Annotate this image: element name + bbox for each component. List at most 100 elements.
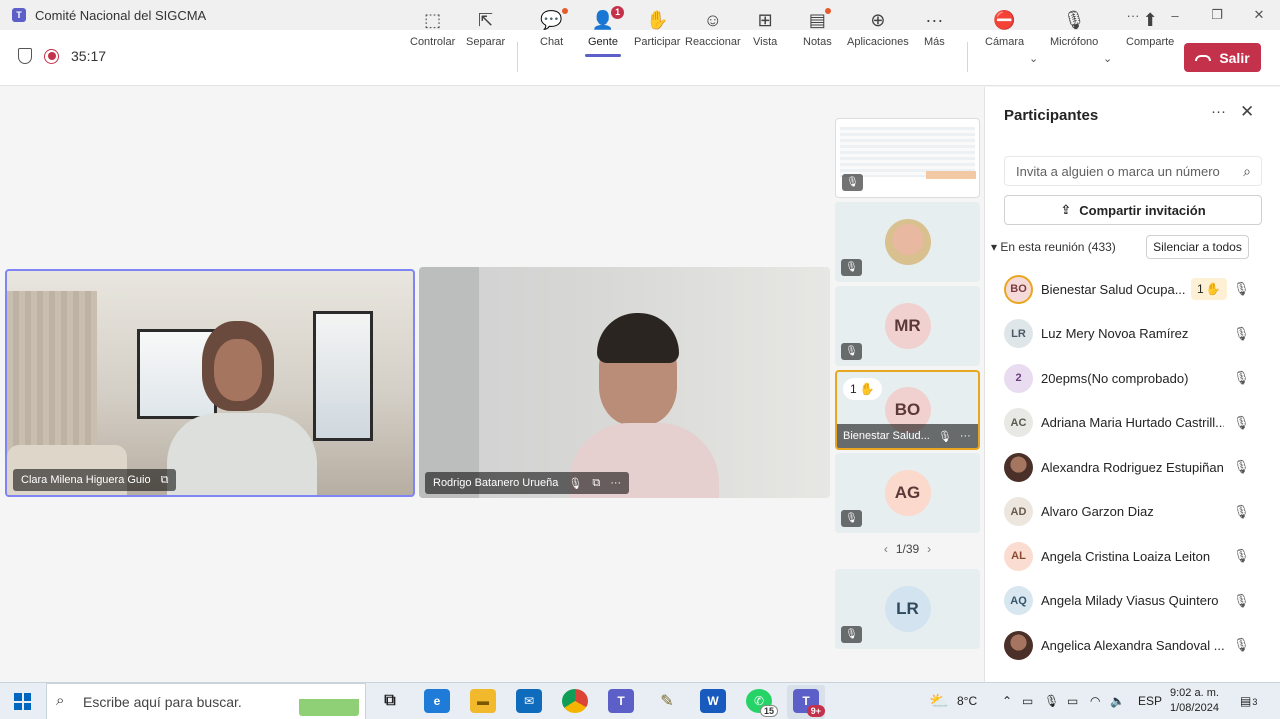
raise-hand-button[interactable]: ✋ Participar: [634, 8, 680, 52]
mic-off-icon: 🎙: [1062, 10, 1086, 30]
screen-share-icon: ⧉: [592, 476, 601, 489]
more-icon: ···: [925, 10, 944, 30]
paint-icon[interactable]: ✎: [654, 689, 680, 713]
mic-off-icon[interactable]: 🎙: [1233, 548, 1250, 564]
strip-tile[interactable]: AG 🎙: [835, 453, 980, 533]
battery-icon[interactable]: ▭: [1067, 694, 1078, 708]
people-button[interactable]: 👤 1 Gente: [588, 6, 625, 52]
participant-row[interactable]: BO Bienestar Salud Ocupa... 1 ✋ 🎙: [985, 267, 1280, 312]
participant-row[interactable]: LR Luz Mery Novoa Ramírez 🎙: [985, 312, 1280, 357]
strip-tile[interactable]: 🎙: [835, 202, 980, 282]
language-indicator[interactable]: ESP: [1138, 694, 1162, 708]
microphone-tray-icon[interactable]: 🎙: [1044, 694, 1059, 708]
participant-row[interactable]: Angelica Alexandra Sandoval ... 🎙: [985, 623, 1280, 668]
chrome-icon[interactable]: [562, 689, 588, 713]
windows-start-icon[interactable]: [14, 693, 31, 710]
more-button[interactable]: ··· Más: [924, 8, 945, 52]
invite-search-input[interactable]: Invita a alguien o marca un número ⌕: [1004, 156, 1262, 186]
teams-app-icon: T: [12, 8, 26, 22]
word-icon[interactable]: W: [700, 689, 726, 713]
background-curtain: [7, 291, 97, 471]
mic-off-icon: 🎙: [841, 510, 862, 527]
more-options-icon[interactable]: ···: [960, 430, 971, 442]
avatar-photo: [1004, 452, 1033, 482]
wifi-icon[interactable]: ◠: [1090, 694, 1100, 708]
taskbar-search-input[interactable]: ⌕ Escribe aquí para buscar.: [46, 683, 366, 719]
edge-icon[interactable]: e: [424, 689, 450, 713]
weather-icon[interactable]: ⛅: [929, 691, 949, 711]
camera-button[interactable]: ⛔ Cámara: [985, 8, 1024, 52]
mic-off-icon[interactable]: 🎙: [1233, 637, 1250, 653]
teams-icon[interactable]: T: [608, 689, 634, 713]
apps-button[interactable]: ⊕ Aplicaciones: [847, 8, 909, 52]
control-button[interactable]: ⬚ Controlar: [410, 8, 455, 52]
mic-options-chevron-icon[interactable]: ⌄: [1103, 52, 1112, 65]
strip-tile-name-bar: Bienestar Salud... 🎙 ···: [837, 424, 978, 448]
spreadsheet-highlight: [926, 171, 976, 179]
close-window-button[interactable]: ✕: [1238, 7, 1280, 23]
notifications-icon[interactable]: ▤3: [1240, 694, 1257, 708]
next-page-icon[interactable]: ›: [927, 542, 931, 556]
participant-row[interactable]: AL Angela Cristina Loaiza Leiton 🎙: [985, 534, 1280, 579]
share-invite-button[interactable]: ⇪ Compartir invitación: [1004, 195, 1262, 225]
mic-off-icon[interactable]: 🎙: [1233, 415, 1250, 431]
mute-all-button[interactable]: Silenciar a todos: [1146, 235, 1249, 259]
more-options-icon[interactable]: ···: [610, 477, 621, 489]
avatar-photo: [1004, 630, 1033, 660]
toolbar-divider: [517, 42, 518, 72]
apps-icon: ⊕: [870, 10, 886, 30]
camera-options-chevron-icon[interactable]: ⌄: [1029, 52, 1038, 65]
notes-button[interactable]: ▤ Notas: [803, 8, 832, 52]
avatar: AC: [1004, 408, 1033, 438]
in-meeting-section-header[interactable]: ▾ En esta reunión (433): [991, 240, 1116, 254]
previous-page-icon[interactable]: ‹: [884, 542, 888, 556]
file-explorer-icon[interactable]: ▬: [470, 689, 496, 713]
microphone-button[interactable]: 🎙 Micrófono: [1050, 8, 1098, 52]
weather-temperature[interactable]: 8°C: [957, 694, 977, 708]
raise-hand-icon: ✋: [1205, 282, 1221, 297]
view-button[interactable]: ⊞ Vista: [753, 8, 777, 52]
mic-off-icon[interactable]: 🎙: [1233, 504, 1250, 520]
chat-button[interactable]: 💬 Chat: [540, 8, 568, 52]
strip-tile[interactable]: MR 🎙: [835, 286, 980, 366]
mic-off-icon[interactable]: 🎙: [1233, 593, 1250, 609]
teams-meeting-icon[interactable]: T 9+: [793, 689, 825, 717]
participant-row[interactable]: AQ Angela Milady Viasus Quintero 🎙: [985, 579, 1280, 624]
meet-now-icon[interactable]: ▭: [1022, 694, 1033, 708]
view-icon: ⊞: [757, 10, 773, 30]
mic-off-icon[interactable]: 🎙: [1233, 281, 1250, 297]
video-tile[interactable]: Rodrigo Batanero Urueña 🎙 ⧉ ···: [419, 267, 830, 498]
strip-tile-screen-share[interactable]: 🎙: [835, 118, 980, 198]
toolbar-divider: [967, 42, 968, 72]
mic-off-icon[interactable]: 🎙: [1233, 459, 1250, 475]
clock[interactable]: 9:02 a. m. 1/08/2024: [1170, 686, 1219, 716]
camera-off-icon: ⛔: [993, 10, 1016, 30]
shield-icon[interactable]: [18, 48, 32, 64]
mic-off-icon[interactable]: 🎙: [1233, 326, 1250, 342]
raised-hand-badge: 1 ✋: [1191, 278, 1227, 301]
avatar: AQ: [1004, 586, 1033, 616]
popout-button[interactable]: ⇱ Separar: [466, 8, 505, 52]
react-button[interactable]: ☺ Reaccionar: [685, 8, 741, 52]
whatsapp-icon[interactable]: ✆ 15: [746, 689, 778, 717]
volume-icon[interactable]: 🔈: [1110, 694, 1125, 708]
maximize-button[interactable]: ❐: [1196, 7, 1238, 23]
share-button[interactable]: ⬆ Comparte: [1126, 8, 1174, 52]
raised-hand-badge: 1 ✋: [843, 378, 882, 400]
leave-button[interactable]: Salir: [1184, 43, 1261, 72]
participant-video: [569, 313, 719, 498]
participant-row[interactable]: 2 20epms(No comprobado) 🎙: [985, 356, 1280, 401]
video-tile-speaker[interactable]: Clara Milena Higuera Guio ⧉: [5, 269, 415, 497]
mic-off-icon[interactable]: 🎙: [1233, 370, 1250, 386]
strip-tile[interactable]: LR 🎙: [835, 569, 980, 649]
window-title: Comité Nacional del SIGCMA: [35, 7, 207, 23]
panel-more-icon[interactable]: ···: [1211, 103, 1226, 120]
participant-row[interactable]: AD Alvaro Garzon Diaz 🎙: [985, 490, 1280, 535]
participant-row[interactable]: Alexandra Rodriguez Estupiñan 🎙: [985, 445, 1280, 490]
tray-overflow-chevron-icon[interactable]: ⌃: [1002, 694, 1012, 708]
participant-row[interactable]: AC Adriana Maria Hurtado Castrill... 🎙: [985, 401, 1280, 446]
close-icon[interactable]: ✕: [1240, 102, 1254, 122]
task-view-icon[interactable]: ⧉: [377, 689, 403, 713]
strip-tile-active[interactable]: 1 ✋ BO Bienestar Salud... 🎙 ···: [835, 370, 980, 450]
mail-icon[interactable]: ✉: [516, 689, 542, 713]
